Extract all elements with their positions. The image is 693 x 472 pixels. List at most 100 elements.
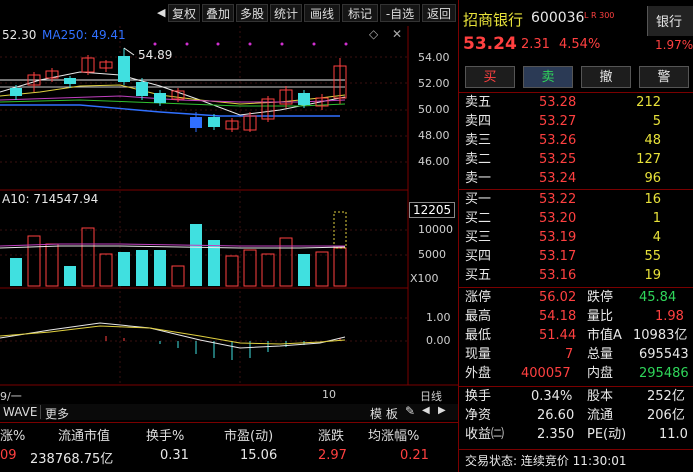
overlay-button[interactable]: 叠加	[202, 4, 234, 22]
sell-button[interactable]: 卖	[523, 66, 573, 88]
triangle-right-icon[interactable]: ▶	[438, 405, 446, 416]
indicator-tab-bar: WAVE 更多 模 板 ✎ ◀ ▶	[0, 404, 458, 422]
stock-flags: L R 300	[584, 11, 615, 20]
price-change: 2.31	[521, 37, 550, 52]
tab-wave[interactable]: WAVE	[0, 405, 42, 419]
low-value: 51.44	[539, 328, 577, 343]
sell3-price[interactable]: 53.26	[539, 131, 576, 151]
inner-value: 295486	[639, 366, 689, 381]
sector-change-pct: 1.97%	[655, 38, 693, 52]
eps-label: 收益㈡	[465, 427, 505, 442]
cur-vol-value: 7	[565, 347, 574, 362]
diamond-icon[interactable]: ◇	[369, 27, 378, 41]
triangle-left-icon[interactable]: ◀	[422, 405, 430, 416]
price-tick-54: 54.00	[418, 51, 450, 64]
high-label: 最高	[465, 309, 492, 324]
kline-chart-area[interactable]: 52.30 MA250: 49.41 ◇ ✕ 54.89 54.00 52.00…	[0, 26, 458, 404]
buy4-volume: 55	[644, 249, 661, 264]
remove-watchlist-button[interactable]: -自选	[380, 4, 420, 22]
cell-avg-change[interactable]: 0.21	[400, 448, 429, 463]
limit-up-value: 56.02	[539, 290, 577, 305]
sell3-volume: 48	[644, 133, 661, 148]
buy3-price[interactable]: 53.19	[539, 228, 576, 248]
cell-change-pct[interactable]: 09	[0, 448, 17, 463]
buy5-price[interactable]: 53.16	[539, 266, 576, 286]
period-daily-label[interactable]: 日线	[420, 388, 442, 404]
volume-tick-10000: 10000	[418, 223, 453, 236]
vol-ratio-label: 量比	[587, 309, 614, 324]
x-axis-mid-label: 10	[322, 388, 336, 401]
low-label: 最低	[465, 328, 492, 343]
restore-rights-button[interactable]: 复权	[168, 4, 200, 22]
high-value: 54.18	[539, 309, 577, 324]
buy1-price[interactable]: 53.22	[539, 190, 576, 210]
draw-line-button[interactable]: 画线	[304, 4, 340, 22]
buy4-price[interactable]: 53.17	[539, 247, 576, 267]
eps-value: 2.350	[537, 427, 575, 442]
buy3-label: 买三	[465, 230, 492, 245]
multi-stock-button[interactable]: 多股	[236, 4, 268, 22]
price-change-pct: 4.54%	[559, 37, 601, 52]
inner-label: 内盘	[587, 366, 614, 381]
buy-button[interactable]: 买	[465, 66, 515, 88]
tab-more[interactable]: 更多	[42, 405, 72, 422]
current-volume-box: 12205	[409, 202, 456, 218]
bulb-icon[interactable]: ✎	[405, 404, 415, 418]
buy4-label: 买四	[465, 249, 492, 264]
sector-tab[interactable]: 银行	[647, 6, 693, 36]
cell-float-mcap[interactable]: 238768.75亿	[30, 448, 113, 467]
stock-name: 招商银行	[463, 11, 524, 29]
sell5-volume: 212	[636, 95, 661, 110]
back-button[interactable]: 返回	[422, 4, 456, 22]
buy2-volume: 1	[652, 211, 661, 226]
ma250-label: MA250: 49.41	[42, 28, 126, 42]
limit-down-value: 45.84	[639, 290, 677, 305]
cell-turnover[interactable]: 0.31	[160, 448, 189, 463]
equity-label: 股本	[587, 389, 614, 404]
cell-change[interactable]: 2.97	[318, 448, 347, 463]
alert-button[interactable]: 警	[639, 66, 689, 88]
current-price: 53.24	[463, 34, 517, 54]
quote-panel: 招商银行 600036 L R 300 银行 53.24 2.31 4.54% …	[458, 0, 693, 472]
x-axis-left-label: 9/一	[0, 390, 22, 403]
header-pe: 市盈(动)	[224, 429, 274, 444]
buy2-label: 买二	[465, 211, 492, 226]
sell2-price[interactable]: 53.25	[539, 150, 576, 170]
trading-status: 交易状态: 连续竞价 11:30:01	[465, 454, 627, 468]
template-button[interactable]: 模 板	[370, 405, 398, 422]
sell5-price[interactable]: 53.28	[539, 93, 576, 113]
outer-value: 400057	[521, 366, 571, 381]
header-change: 涨跌	[318, 429, 345, 444]
price-tick-48: 48.00	[418, 129, 450, 142]
mark-button[interactable]: 标记	[342, 4, 378, 22]
macd-tick-0: 0.00	[426, 334, 451, 347]
buy1-volume: 16	[644, 192, 661, 207]
sell4-price[interactable]: 53.27	[539, 112, 576, 132]
sell1-label: 卖一	[465, 171, 492, 186]
price-tick-52: 52.00	[418, 77, 450, 90]
chart-toolbar: ◀ 复权 叠加 多股 统计 画线 标记 -自选 返回	[0, 0, 458, 28]
header-turnover: 换手%	[146, 429, 185, 444]
period-high-label: 54.89	[138, 48, 173, 62]
buy5-label: 买五	[465, 268, 492, 283]
buy2-price[interactable]: 53.20	[539, 209, 576, 229]
back-triangle-icon[interactable]: ◀	[157, 6, 165, 19]
mcap-value: 10983亿	[633, 328, 688, 343]
sell2-label: 卖二	[465, 152, 492, 167]
vol-ratio-value: 1.98	[655, 309, 684, 324]
sell3-label: 卖三	[465, 133, 492, 148]
cell-pe[interactable]: 15.06	[240, 448, 277, 463]
total-vol-value: 695543	[639, 347, 689, 362]
sell1-price[interactable]: 53.24	[539, 169, 576, 189]
mcap-label: 市值A	[587, 328, 622, 343]
bottom-panel: WAVE 更多 模 板 ✎ ◀ ▶ 涨% 流通市值 换手% 市盈(动) 涨跌 均…	[0, 404, 458, 472]
close-icon[interactable]: ✕	[392, 27, 402, 41]
sell4-volume: 5	[652, 114, 661, 129]
turnover-label: 换手	[465, 389, 492, 404]
stock-code: 600036	[531, 10, 585, 26]
cancel-order-button[interactable]: 撤	[581, 66, 631, 88]
limit-down-label: 跌停	[587, 290, 614, 305]
float-label: 流通	[587, 408, 614, 423]
equity-value: 252亿	[647, 389, 685, 404]
statistics-button[interactable]: 统计	[270, 4, 302, 22]
